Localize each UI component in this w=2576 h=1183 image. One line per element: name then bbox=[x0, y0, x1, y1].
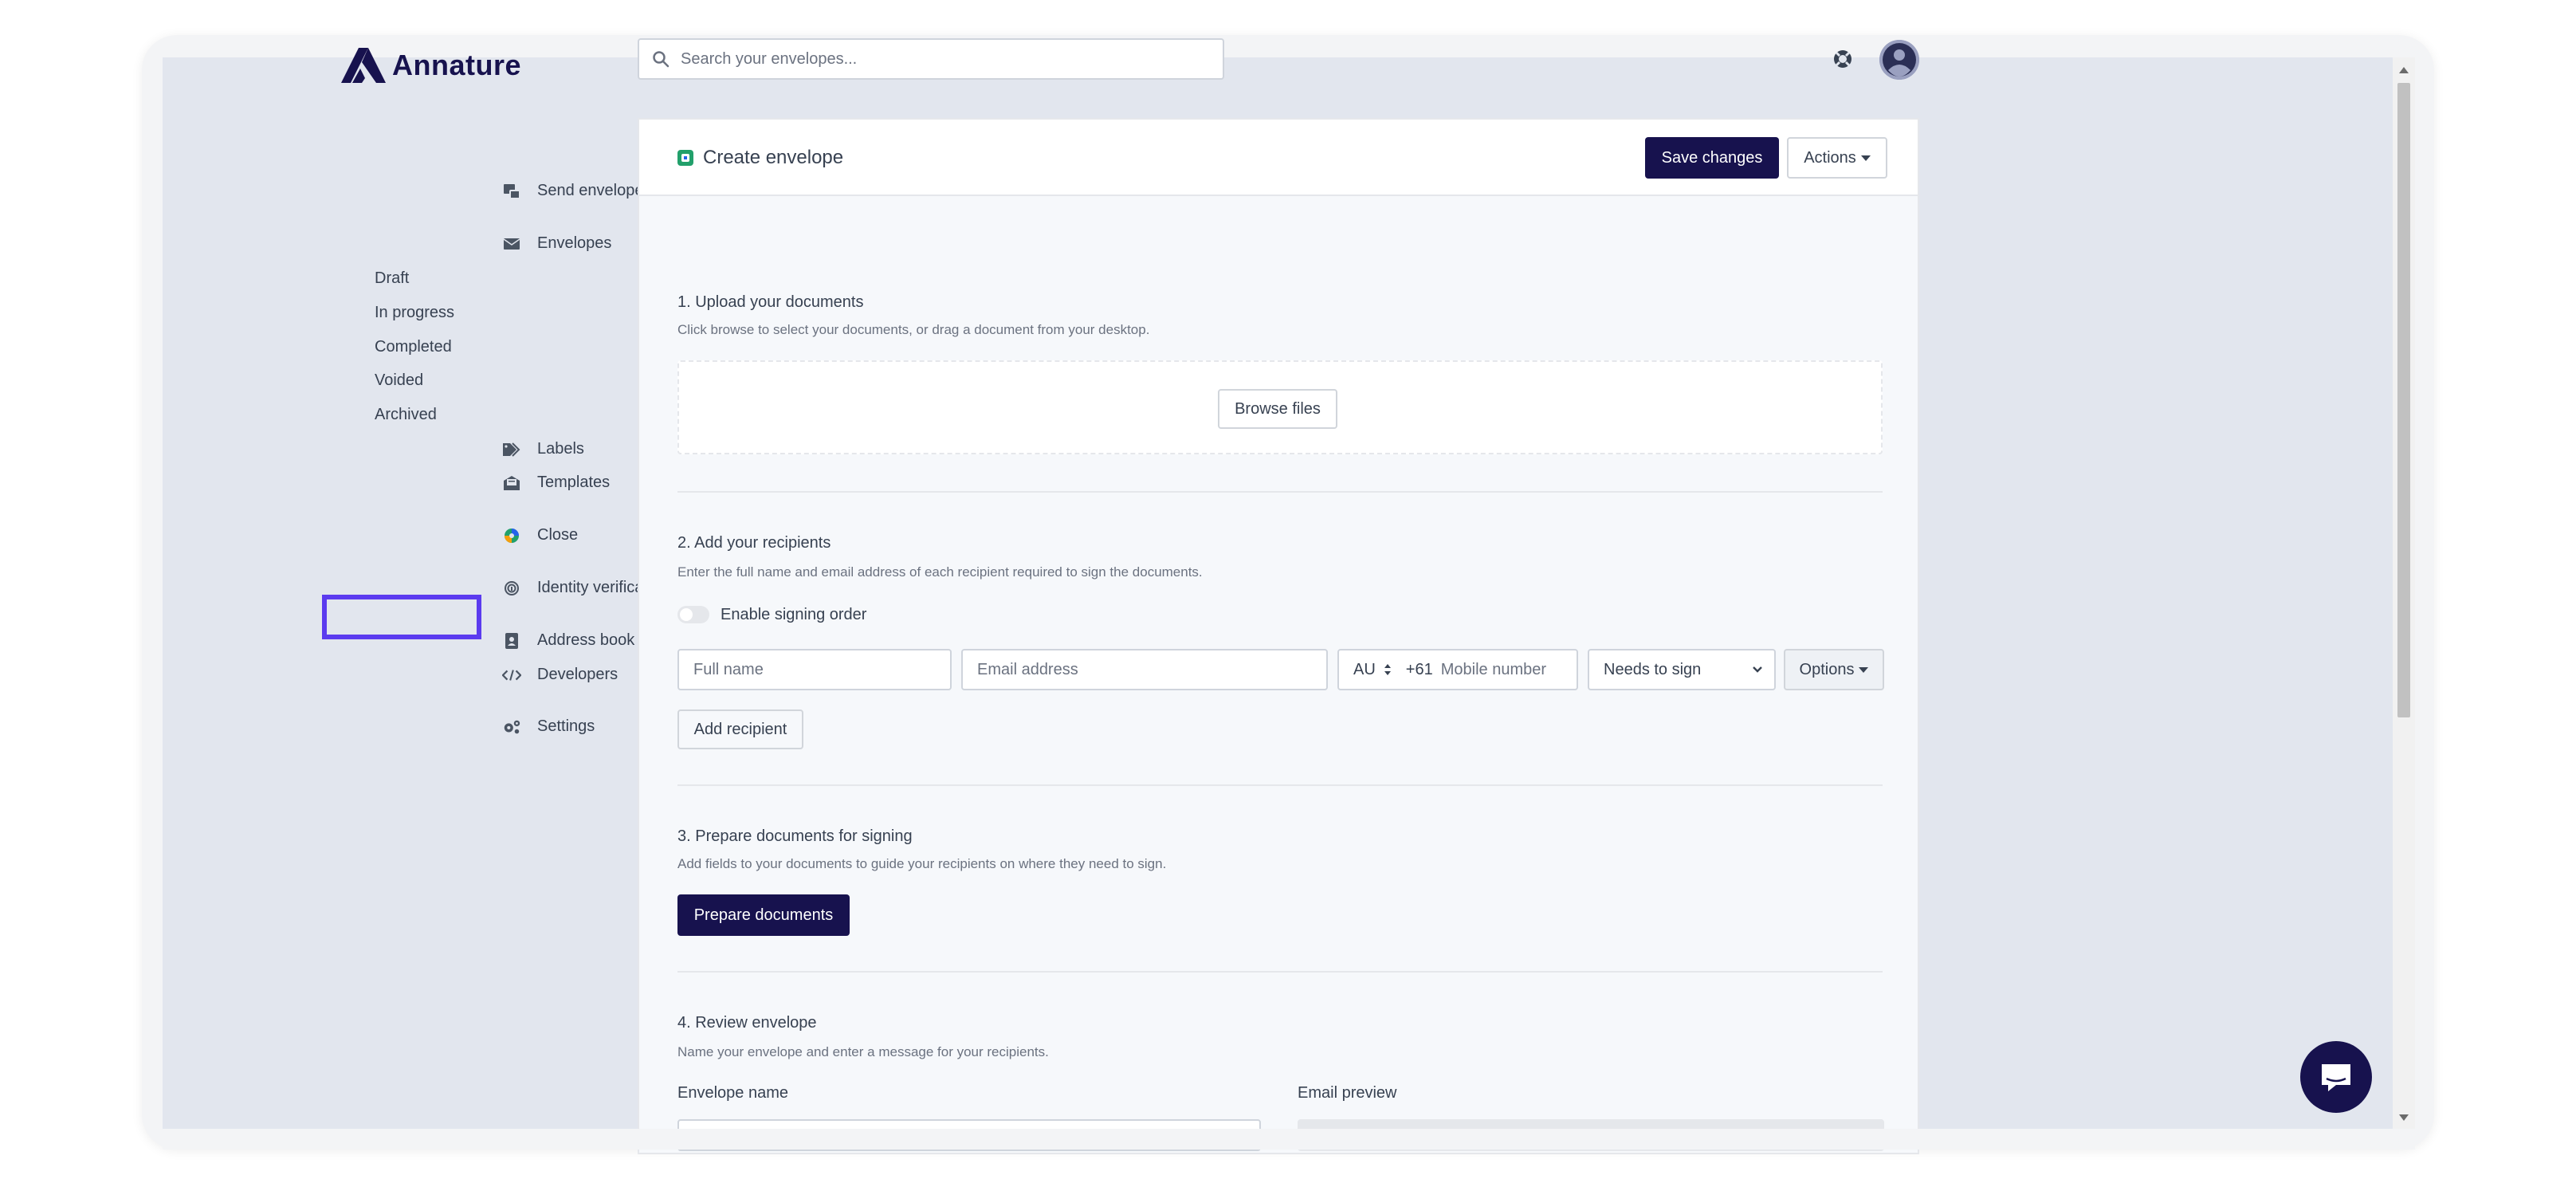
caret-down-icon bbox=[1859, 666, 1869, 673]
window-bottom-edge bbox=[163, 1129, 2415, 1150]
templates-icon bbox=[502, 474, 521, 493]
mobile-field[interactable]: AU +61 Mobile number bbox=[1337, 649, 1578, 690]
sidebar-label: Templates bbox=[537, 474, 611, 491]
signing-order-toggle[interactable] bbox=[677, 606, 709, 623]
sidebar-item-templates[interactable]: Templates bbox=[504, 474, 611, 492]
sidebar-item-voided[interactable]: Voided bbox=[375, 371, 423, 390]
user-avatar-icon[interactable] bbox=[1879, 40, 1919, 80]
sidebar-item-close[interactable]: Close bbox=[505, 526, 579, 544]
card-header: Create envelope Save changes Actions bbox=[639, 120, 1918, 196]
section-prepare-desc: Add fields to your documents to guide yo… bbox=[677, 856, 1167, 871]
sidebar-item-developers[interactable]: Developers bbox=[502, 666, 618, 684]
sidebar-item-labels[interactable]: Labels bbox=[503, 440, 584, 458]
section-review-desc: Name your envelope and enter a message f… bbox=[677, 1044, 1049, 1059]
scroll-up-icon[interactable] bbox=[2399, 67, 2409, 73]
email-preview-label: Email preview bbox=[1298, 1084, 1397, 1102]
avatar-silhouette bbox=[1879, 40, 1919, 80]
actions-dropdown[interactable]: Actions bbox=[1787, 137, 1887, 179]
country-code-select[interactable]: AU bbox=[1353, 661, 1376, 679]
sidebar-label: Developers bbox=[537, 666, 618, 683]
sidebar-item-draft[interactable]: Draft bbox=[375, 269, 409, 288]
code-icon bbox=[502, 666, 521, 685]
sidebar-label: Labels bbox=[537, 440, 584, 458]
prepare-documents-button[interactable]: Prepare documents bbox=[677, 894, 850, 936]
create-envelope-card: Create envelope Save changes Actions 1. … bbox=[638, 118, 1919, 1154]
page-title: Create envelope bbox=[703, 147, 844, 168]
scroll-thumb[interactable] bbox=[2397, 83, 2410, 717]
search-input[interactable] bbox=[681, 49, 1191, 69]
section-upload-title: 1. Upload your documents bbox=[677, 293, 864, 311]
sidebar-item-address-book[interactable]: Address book bbox=[505, 631, 635, 650]
sidebar-label: Settings bbox=[537, 717, 595, 735]
section-recipients-title: 2. Add your recipients bbox=[677, 534, 831, 552]
email-field[interactable]: Email address bbox=[961, 649, 1328, 690]
signing-order-label: Enable signing order bbox=[721, 606, 867, 623]
divider bbox=[677, 491, 1883, 493]
search-icon bbox=[653, 51, 670, 68]
add-recipient-button[interactable]: Add recipient bbox=[677, 709, 803, 749]
search-box[interactable] bbox=[638, 38, 1224, 80]
dial-code: +61 bbox=[1405, 660, 1433, 678]
app-name: Annature bbox=[392, 49, 522, 81]
envelope-icon bbox=[502, 234, 521, 254]
save-changes-button[interactable]: Save changes bbox=[1645, 137, 1779, 179]
scroll-down-icon[interactable] bbox=[2399, 1114, 2409, 1121]
mobile-placeholder: Mobile number bbox=[1440, 660, 1547, 678]
divider bbox=[677, 784, 1883, 786]
chat-icon bbox=[2322, 1064, 2350, 1091]
recipient-options-dropdown[interactable]: Options bbox=[1784, 649, 1884, 690]
sidebar-label: Envelopes bbox=[537, 234, 612, 252]
sidebar-item-completed[interactable]: Completed bbox=[375, 338, 452, 356]
close-app-icon bbox=[502, 526, 521, 545]
section-prepare-title: 3. Prepare documents for signing bbox=[677, 827, 913, 845]
email-placeholder: Email address bbox=[977, 660, 1078, 678]
add-recipient-label: Add recipient bbox=[693, 720, 787, 738]
envelope-name-label: Envelope name bbox=[677, 1084, 788, 1102]
sort-icon bbox=[1384, 664, 1391, 675]
fingerprint-icon bbox=[502, 579, 521, 598]
annature-logo-icon bbox=[341, 48, 386, 83]
section-review-title: 4. Review envelope bbox=[677, 1014, 817, 1032]
tags-icon bbox=[502, 440, 521, 459]
sidebar-item-in-progress[interactable]: In progress bbox=[375, 304, 454, 322]
send-envelope-icon bbox=[502, 182, 521, 201]
address-book-icon bbox=[502, 631, 521, 650]
full-name-field[interactable]: Full name bbox=[677, 649, 952, 690]
browse-files-button[interactable]: Browse files bbox=[1218, 389, 1337, 429]
chat-button[interactable] bbox=[2300, 1041, 2372, 1113]
full-name-placeholder: Full name bbox=[693, 660, 764, 678]
role-value: Needs to sign bbox=[1604, 660, 1702, 678]
gears-icon bbox=[502, 717, 521, 737]
sidebar-label: Close bbox=[537, 526, 579, 544]
browse-files-label: Browse files bbox=[1235, 399, 1321, 418]
create-envelope-icon bbox=[677, 150, 693, 166]
role-select[interactable]: Needs to sign bbox=[1588, 649, 1776, 690]
app-logo[interactable]: Annature bbox=[341, 48, 521, 83]
sidebar-item-settings[interactable]: Settings bbox=[504, 717, 595, 736]
actions-label: Actions bbox=[1804, 148, 1856, 167]
divider bbox=[677, 971, 1883, 973]
sidebar-label: Address book bbox=[537, 631, 635, 649]
lifebuoy-icon[interactable] bbox=[1832, 48, 1854, 70]
sidebar-item-envelopes[interactable]: Envelopes bbox=[503, 234, 612, 253]
caret-down-icon bbox=[1860, 155, 1871, 161]
chevron-down-icon bbox=[1753, 666, 1762, 673]
options-label: Options bbox=[1799, 660, 1855, 678]
vertical-scrollbar[interactable] bbox=[2393, 57, 2415, 1129]
developers-highlight-box bbox=[322, 595, 481, 639]
sidebar-item-archived[interactable]: Archived bbox=[375, 406, 437, 424]
section-recipients-desc: Enter the full name and email address of… bbox=[677, 564, 1203, 580]
sidebar-item-send-envelope[interactable]: Send envelope bbox=[504, 182, 644, 200]
sidebar-label: Send envelope bbox=[537, 182, 644, 199]
section-upload-desc: Click browse to select your documents, o… bbox=[677, 322, 1150, 337]
